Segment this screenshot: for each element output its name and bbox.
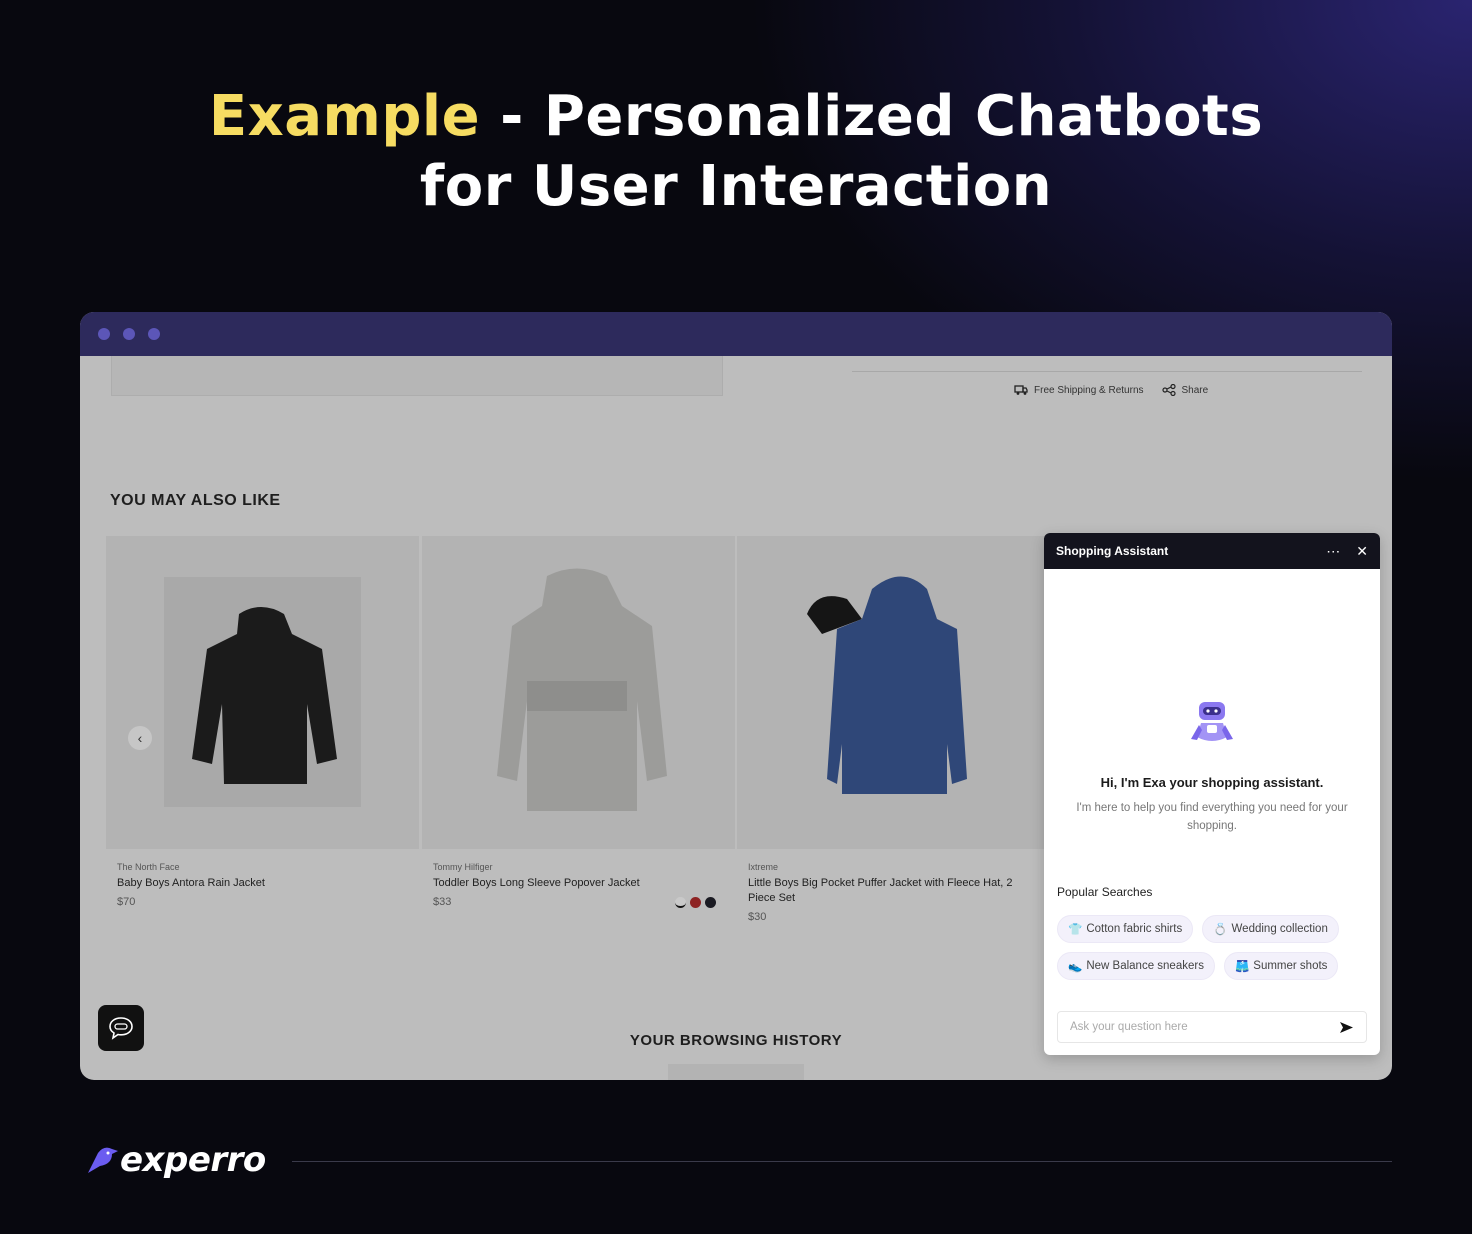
chat-input-box (1057, 1011, 1367, 1043)
close-icon[interactable]: ✕ (1356, 543, 1368, 560)
chip-label: Wedding collection (1231, 923, 1328, 935)
swatch-red[interactable] (690, 897, 701, 908)
section-title: YOU MAY ALSO LIKE (110, 492, 281, 509)
window-dot-maximize[interactable] (148, 328, 160, 340)
experro-logo: experro (120, 1140, 266, 1180)
page-headline: Example - Personalized Chatbots for User… (0, 82, 1472, 222)
chat-input[interactable] (1070, 1021, 1320, 1033)
swatch-light-gray[interactable] (675, 897, 686, 908)
ring-icon: 💍 (1213, 924, 1228, 936)
send-icon[interactable] (1339, 1021, 1354, 1034)
product-gallery (111, 356, 723, 396)
product-price: $30 (748, 911, 767, 923)
share-icon (1161, 384, 1176, 396)
chip-label: Summer shots (1253, 960, 1328, 972)
chip-summer-shots[interactable]: 🩳 Summer shots (1223, 952, 1339, 980)
shipping-label: Free Shipping & Returns (1034, 384, 1144, 396)
chip-wedding-collection[interactable]: 💍 Wedding collection (1202, 915, 1339, 943)
product-card[interactable]: Tommy Hilfiger Toddler Boys Long Sleeve … (422, 536, 735, 908)
product-brand: Ixtreme (748, 862, 779, 872)
product-brand: The North Face (117, 862, 180, 872)
shirt-icon: 👕 (1068, 924, 1083, 936)
product-name[interactable]: Little Boys Big Pocket Puffer Jacket wit… (748, 876, 1039, 906)
chip-label: New Balance sneakers (1086, 960, 1204, 972)
chip-new-balance-sneakers[interactable]: 👟 New Balance sneakers (1057, 952, 1215, 980)
chat-subtitle: I'm here to help you find everything you… (1076, 802, 1348, 832)
swatch-navy[interactable] (705, 897, 716, 908)
sneaker-icon: 👟 (1068, 961, 1083, 973)
share-link[interactable]: Share (1161, 384, 1209, 396)
color-swatches (675, 897, 716, 908)
experro-bird-logo-icon (88, 1147, 118, 1173)
product-name[interactable]: Baby Boys Antora Rain Jacket (117, 876, 408, 891)
popular-searches: 👕 Cotton fabric shirts 💍 Wedding collectio… (1057, 915, 1377, 980)
chat-greeting: Hi, I'm Exa your shopping assistant. (1100, 775, 1324, 790)
chevron-left-icon: ‹ (137, 730, 143, 746)
brand-footer: experro (86, 1140, 266, 1180)
carousel-prev-button[interactable]: ‹ (128, 726, 152, 750)
chat-widget: Shopping Assistant ⋯ ✕ Hi, I'm Exa your s… (1044, 533, 1380, 1055)
product-image (422, 536, 735, 849)
more-options-icon[interactable]: ⋯ (1326, 543, 1340, 560)
product-card[interactable]: Ixtreme Little Boys Big Pocket Puffer Ja… (737, 536, 1050, 923)
share-label: Share (1181, 384, 1209, 396)
shorts-icon: 🩳 (1234, 961, 1250, 973)
window-dot-minimize[interactable] (123, 328, 135, 340)
product-card[interactable]: The North Face Baby Boys Antora Rain Jac… (106, 536, 419, 908)
footer-divider (292, 1161, 1392, 1162)
window-dot-close[interactable] (98, 328, 110, 340)
product-image (106, 536, 419, 849)
browsing-history-placeholder (668, 1064, 804, 1080)
product-brand: Tommy Hilfiger (433, 862, 493, 872)
headline-line2: for User Interaction (419, 154, 1053, 219)
chat-title: Shopping Assistant (1056, 544, 1169, 558)
product-name[interactable]: Toddler Boys Long Sleeve Popover Jacket (433, 876, 724, 891)
product-image (737, 536, 1050, 849)
browser-titlebar (80, 312, 1392, 356)
product-price: $70 (117, 896, 136, 908)
shipping-link[interactable]: Free Shipping & Returns (1014, 385, 1144, 396)
headline-highlight: Example (208, 84, 481, 149)
chip-cotton-fabric-shirts[interactable]: 👕 Cotton fabric shirts (1057, 915, 1194, 943)
chip-label: Cotton fabric shirts (1086, 923, 1183, 935)
robot-avatar-icon (1191, 702, 1233, 741)
chat-header: Shopping Assistant ⋯ ✕ (1044, 533, 1380, 569)
popular-searches-title: Popular Searches (1057, 885, 1153, 899)
divider (852, 371, 1362, 372)
headline-line1: - Personalized Chatbots (480, 84, 1264, 149)
truck-icon (1014, 384, 1028, 395)
